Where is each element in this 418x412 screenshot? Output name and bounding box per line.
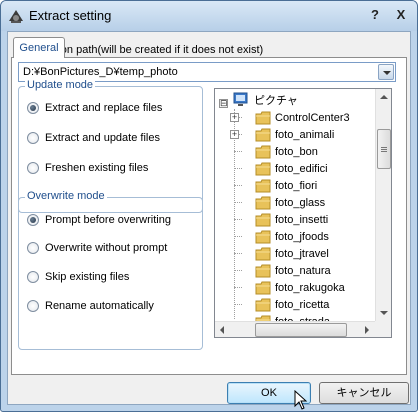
tree-guide-line <box>234 219 242 220</box>
tree-root-pictures[interactable]: ⊟ ピクチャ <box>219 91 298 108</box>
radio-label[interactable]: Freshen existing files <box>45 162 148 174</box>
close-button[interactable]: X <box>389 6 413 24</box>
app-icon <box>9 10 23 23</box>
cancel-button[interactable]: キャンセル <box>319 382 409 404</box>
tree-item-label[interactable]: foto_insetti <box>275 214 328 226</box>
radio-skip-existing[interactable]: Skip existing files <box>27 270 129 284</box>
dialog-title: Extract setting <box>29 8 112 23</box>
tree-guide-line <box>234 151 242 152</box>
tab-general[interactable]: General <box>13 37 65 58</box>
tree-item-folder[interactable]: foto_fiori <box>234 177 317 194</box>
scroll-up-icon[interactable] <box>376 89 391 105</box>
vertical-scrollbar[interactable] <box>375 89 391 321</box>
radio-button[interactable] <box>27 300 39 312</box>
folder-icon <box>255 145 271 158</box>
folder-icon <box>255 298 271 311</box>
overwrite-mode-title: Overwrite mode <box>25 190 107 202</box>
overwrite-mode-group: Overwrite mode Prompt before overwriting… <box>18 190 203 350</box>
update-mode-title: Update mode <box>25 79 96 91</box>
folder-icon <box>255 213 271 226</box>
radio-button[interactable] <box>27 271 39 283</box>
tree-guide-line <box>234 202 242 203</box>
tree-guide-line <box>234 236 242 237</box>
tree-item-label[interactable]: foto_jtravel <box>275 248 329 260</box>
radio-overwrite-without-prompt[interactable]: Overwrite without prompt <box>27 241 167 255</box>
tree-item-label[interactable]: foto_rakugoka <box>275 282 345 294</box>
tree-guide-line <box>234 304 242 305</box>
tree-content: ⊟ ピクチャ + ControlCenter3 + foto_animali foto_… <box>215 89 375 321</box>
tree-guide-line <box>234 270 242 271</box>
radio-freshen-existing[interactable]: Freshen existing files <box>27 161 148 175</box>
folder-icon <box>255 247 271 260</box>
radio-label[interactable]: Extract and replace files <box>45 102 162 114</box>
tree-item-folder[interactable]: foto_glass <box>234 194 325 211</box>
folder-icon <box>255 281 271 294</box>
radio-button[interactable] <box>27 132 39 144</box>
tree-item-folder[interactable]: foto_rakugoka <box>234 279 345 296</box>
tree-item-label[interactable]: foto_fiori <box>275 180 317 192</box>
mouse-cursor-icon <box>294 390 308 410</box>
folder-icon <box>255 264 271 277</box>
folder-icon <box>255 128 271 141</box>
dialog-window: Extract setting ? X General Destination … <box>0 0 418 412</box>
vertical-scroll-thumb[interactable] <box>377 129 391 169</box>
radio-label[interactable]: Rename automatically <box>45 300 154 312</box>
radio-label[interactable]: Prompt before overwriting <box>45 214 171 226</box>
tree-item-folder[interactable]: foto_jtravel <box>234 245 329 262</box>
computer-icon <box>233 92 248 106</box>
tree-item-folder[interactable]: foto_insetti <box>234 211 328 228</box>
radio-rename-automatically[interactable]: Rename automatically <box>27 299 154 313</box>
folder-icon <box>255 162 271 175</box>
chevron-down-icon[interactable] <box>378 64 394 80</box>
tree-item-label[interactable]: foto_animali <box>275 129 334 141</box>
title-bar[interactable]: Extract setting ? X <box>1 1 417 31</box>
tree-item-label[interactable]: foto_ricetta <box>275 299 329 311</box>
radio-label[interactable]: Overwrite without prompt <box>45 242 167 254</box>
scroll-left-icon[interactable] <box>215 322 231 337</box>
scroll-right-icon[interactable] <box>359 322 375 337</box>
tree-item-label[interactable]: foto_natura <box>275 265 331 277</box>
expand-icon[interactable]: + <box>230 130 239 139</box>
tree-item-folder[interactable]: foto_natura <box>234 262 331 279</box>
tree-item-folder[interactable]: foto_jfoods <box>234 228 329 245</box>
radio-prompt-before[interactable]: Prompt before overwriting <box>27 213 171 227</box>
tree-item-folder[interactable]: foto_strada <box>255 313 330 321</box>
radio-label[interactable]: Extract and update files <box>45 132 160 144</box>
radio-button[interactable] <box>27 242 39 254</box>
scrollbar-corner <box>375 321 391 337</box>
tree-item-label[interactable]: ピクチャ <box>254 92 298 108</box>
tree-guide-line <box>234 168 242 169</box>
expand-icon[interactable]: + <box>230 113 239 122</box>
radio-extract-replace[interactable]: Extract and replace files <box>27 101 162 115</box>
tree-guide-line <box>234 253 242 254</box>
tree-item-label[interactable]: ControlCenter3 <box>275 112 350 124</box>
tree-guide-line <box>234 185 242 186</box>
radio-button-checked[interactable] <box>27 102 39 114</box>
radio-extract-update[interactable]: Extract and update files <box>27 131 160 145</box>
horizontal-scrollbar[interactable] <box>215 321 375 337</box>
tree-item-label[interactable]: foto_jfoods <box>275 231 329 243</box>
radio-button-checked[interactable] <box>27 214 39 226</box>
tree-item-label[interactable]: foto_edifici <box>275 163 328 175</box>
folder-tree-view[interactable]: ⊟ ピクチャ + ControlCenter3 + foto_animali foto_… <box>214 88 392 338</box>
folder-icon <box>255 179 271 192</box>
tree-item-folder[interactable]: foto_ricetta <box>234 296 329 313</box>
folder-icon <box>255 196 271 209</box>
destination-path-value[interactable]: D:¥BonPictures_D¥temp_photo <box>23 66 178 78</box>
tree-item-label[interactable]: foto_glass <box>275 197 325 209</box>
tree-guide-line <box>234 287 242 288</box>
tree-item-folder[interactable]: + foto_animali <box>230 126 334 143</box>
folder-icon <box>255 111 271 124</box>
collapse-icon[interactable]: ⊟ <box>219 99 228 108</box>
tree-item-folder[interactable]: + ControlCenter3 <box>230 109 350 126</box>
radio-button[interactable] <box>27 162 39 174</box>
tree-item-folder[interactable]: foto_edifici <box>234 160 328 177</box>
horizontal-scroll-thumb[interactable] <box>255 323 347 337</box>
folder-icon <box>255 230 271 243</box>
help-button[interactable]: ? <box>363 6 387 24</box>
tree-item-label[interactable]: foto_bon <box>275 146 318 158</box>
scroll-down-icon[interactable] <box>376 305 391 321</box>
radio-label[interactable]: Skip existing files <box>45 271 129 283</box>
tree-item-folder[interactable]: foto_bon <box>234 143 318 160</box>
